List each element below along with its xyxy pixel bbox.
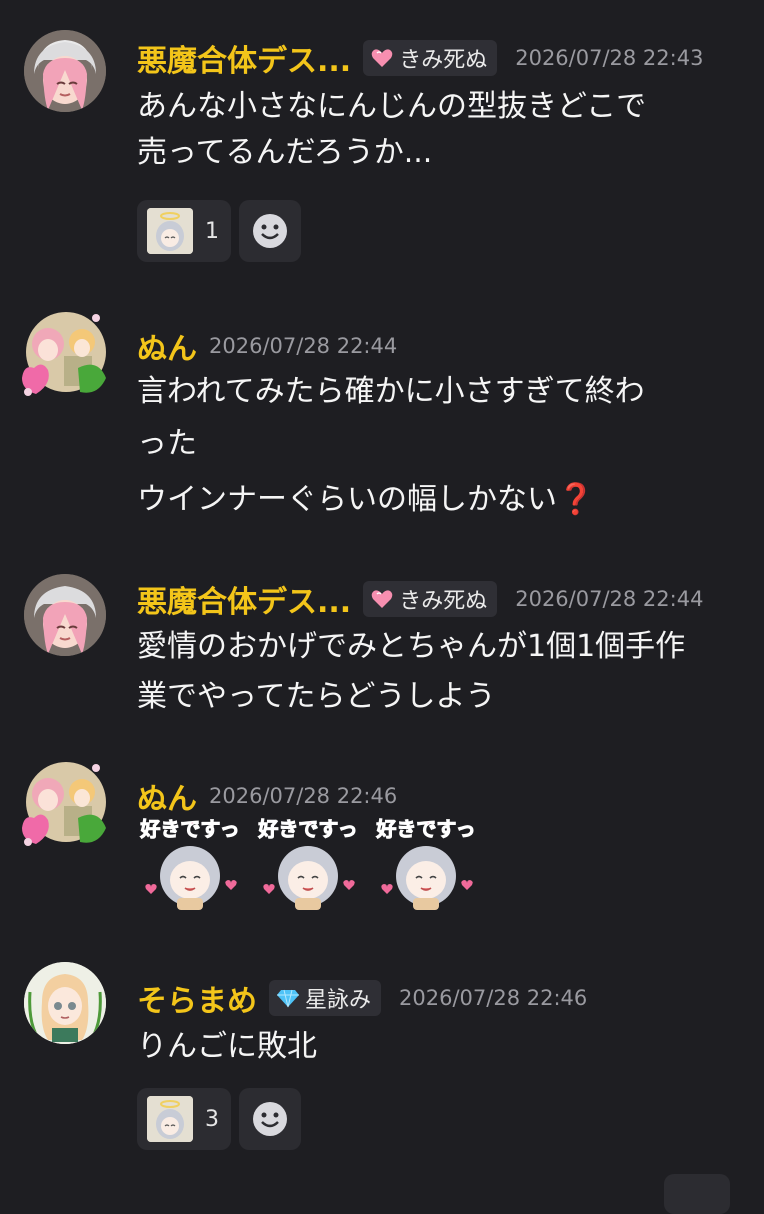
emoji-sticker-icon [147, 208, 193, 254]
timestamp: 2026/07/28 22:44 [515, 587, 704, 611]
avatar-akuma-image [24, 30, 106, 112]
avatar-soramame[interactable] [24, 962, 106, 1044]
reaction-count: 3 [205, 1106, 219, 1132]
message-header: 悪魔合体デス... きみ死ぬ 2026/07/28 22:43 [137, 36, 703, 80]
avatar-akuma-image [24, 574, 106, 656]
message-text: あんな小さなにんじんの型抜きどこで 売ってるんだろうか... [137, 84, 646, 176]
avatar-akuma[interactable] [24, 574, 106, 656]
emoji-sticker-icon [147, 1096, 193, 1142]
message-header: ぬん 2026/07/28 22:46 [137, 774, 397, 818]
message-header: そらまめ 星詠み 2026/07/28 22:46 [137, 976, 587, 1020]
avatar-nun-image [22, 762, 106, 846]
message-line: 言われてみたら確かに小さすぎて終わ [137, 374, 645, 409]
reaction-bar: 3 [137, 1088, 301, 1150]
avatar-nun[interactable] [18, 758, 110, 850]
username[interactable]: ぬん [137, 324, 197, 368]
role-label: 星詠み [305, 988, 372, 1013]
avatar-akuma[interactable] [24, 30, 106, 112]
avatar-nun[interactable] [18, 308, 110, 400]
add-reaction-button[interactable] [239, 1088, 301, 1150]
timestamp: 2026/07/28 22:46 [209, 784, 398, 808]
heart-icon [371, 48, 393, 68]
role-label: きみ死ぬ [399, 589, 488, 614]
message-line: りんごに敗北 [137, 1029, 317, 1064]
reaction-chip[interactable]: 1 [137, 200, 231, 262]
avatar-nun-image [22, 312, 106, 396]
message-header: 悪魔合体デス... きみ死ぬ 2026/07/28 22:44 [137, 577, 703, 621]
message-text: 言われてみたら確かに小さすぎて終わ った ウインナーぐらいの幅しかない❓ [137, 369, 645, 523]
gem-icon [277, 988, 299, 1008]
add-reaction-button[interactable] [239, 200, 301, 262]
sticker-suki[interactable]: 好きですっ [253, 814, 363, 914]
sticker-caption: 好きですっ [257, 817, 357, 841]
smiley-icon [253, 214, 287, 248]
sticker-caption: 好きですっ [375, 817, 475, 841]
message-line: 業でやってたらどうしよう [137, 679, 496, 714]
heart-icon [371, 589, 393, 609]
message-text: りんごに敗北 [137, 1024, 317, 1070]
username[interactable]: 悪魔合体デス... [137, 577, 351, 621]
message-line: あんな小さなにんじんの型抜きどこで [137, 89, 647, 124]
message-line: 売ってるんだろうか... [137, 135, 433, 170]
sticker-suki[interactable]: 好きですっ [135, 814, 245, 914]
role-chip[interactable]: きみ死ぬ [363, 581, 498, 617]
username[interactable]: ぬん [137, 774, 197, 818]
reaction-count: 1 [205, 218, 219, 244]
sticker-caption: 好きですっ [139, 817, 239, 841]
message-line: 愛情のおかげでみとちゃんが1個1個手作 [137, 629, 686, 664]
message-header: ぬん 2026/07/28 22:44 [137, 324, 397, 368]
role-chip[interactable]: きみ死ぬ [363, 40, 498, 76]
message-line: った [137, 426, 197, 461]
role-label: きみ死ぬ [399, 48, 488, 73]
timestamp: 2026/07/28 22:44 [209, 334, 398, 358]
smiley-icon [253, 1102, 287, 1136]
avatar-soramame-image [24, 962, 106, 1044]
sticker-suki[interactable]: 好きですっ [371, 814, 481, 914]
partial-floating-button[interactable] [664, 1174, 730, 1214]
reaction-chip[interactable]: 3 [137, 1088, 231, 1150]
timestamp: 2026/07/28 22:43 [515, 46, 704, 70]
username[interactable]: そらまめ [137, 976, 257, 1020]
username[interactable]: 悪魔合体デス... [137, 36, 351, 80]
message-text: 愛情のおかげでみとちゃんが1個1個手作 業でやってたらどうしよう [137, 624, 685, 720]
message-line: ウインナーぐらいの幅しかない❓ [137, 482, 595, 517]
timestamp: 2026/07/28 22:46 [399, 986, 588, 1010]
sticker-row: 好きですっ 好きですっ 好きですっ [135, 814, 481, 914]
role-chip[interactable]: 星詠み [269, 980, 382, 1016]
reaction-bar: 1 [137, 200, 301, 262]
